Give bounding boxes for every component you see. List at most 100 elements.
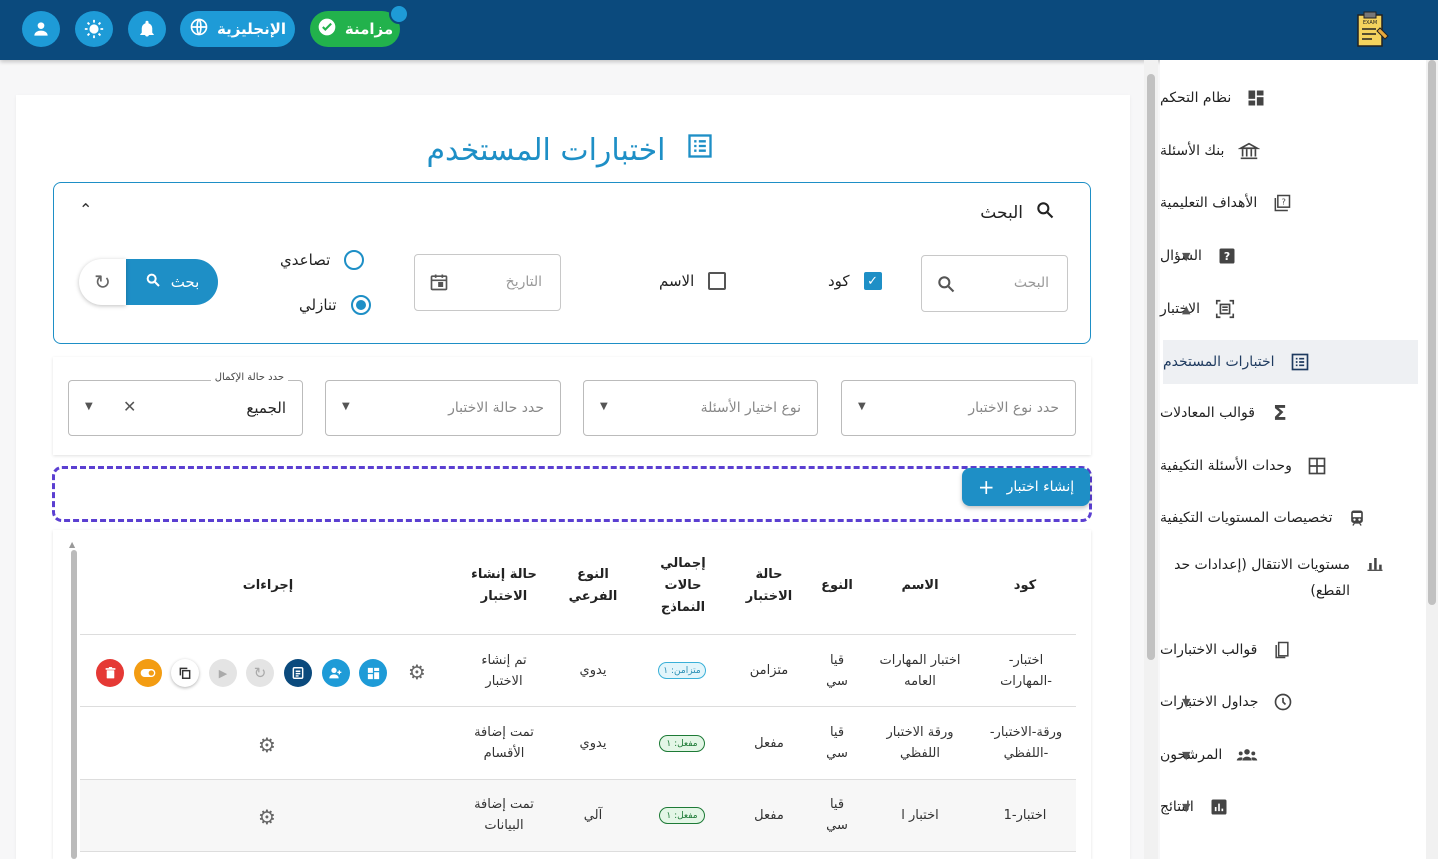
user-icon[interactable] [22,11,60,47]
form-status-chip: متزامن: ١ [658,662,706,679]
bell-icon[interactable] [128,11,166,47]
header-actions: إجراءات [242,578,294,593]
settings-icon[interactable]: ⚙ [258,805,276,829]
sort-ascending-radio[interactable]: تصاعدي [280,250,365,270]
refresh-icon[interactable]: ↻ [246,659,274,687]
train-icon [1346,507,1368,529]
chevron-down-icon: ▼ [1182,748,1191,762]
header-status[interactable]: حالة الاختبار [740,564,798,608]
completion-status-select[interactable]: حدد حالة الإكمال الجميع ✕ ▼ [68,372,303,436]
language-button[interactable]: الإنجليزية [180,11,295,47]
table-scrollbar[interactable]: ▲ [69,540,79,859]
sidebar-item-adaptive-units[interactable]: وحدات الأسئلة التكيفية [1160,444,1422,488]
ascending-label: تصاعدي [280,251,331,269]
sidebar-item-equation-templates[interactable]: Σ قوالب المعادلات [1160,391,1422,435]
globe-icon [189,17,209,41]
sidebar-item-label: قوالب الاختبارات [1160,642,1258,658]
reset-button[interactable]: ↻ [79,259,126,305]
settings-icon[interactable]: ⚙ [258,733,276,757]
exam-type-select[interactable]: حدد نوع الاختبار ▼ [841,380,1076,436]
completion-label: حدد حالة الإكمال [210,372,288,383]
exam-status-placeholder: حدد حالة الاختبار [448,400,544,416]
list-icon [1289,351,1311,373]
sidebar-item-transition-levels[interactable]: مستويات الانتقال (إعدادات حد القطع) [1160,552,1422,612]
header-code[interactable]: كود [985,575,1065,597]
cell-type: قيا سي [826,797,848,833]
calendar-icon [429,272,449,296]
sidebar-item-candidates[interactable]: ▼ المرشحون [1160,733,1422,777]
exam-status-select[interactable]: حدد حالة الاختبار ▼ [325,380,561,436]
sidebar-scrollbar[interactable] [1426,60,1438,859]
sync-button[interactable]: مزامنة [310,11,400,47]
svg-text:?: ? [1282,197,1286,207]
create-exam-label: إنشاء اختبار [1006,479,1075,495]
delete-button[interactable] [96,659,124,687]
search-input[interactable]: البحث [921,255,1068,312]
dashboard-icon [1245,87,1267,109]
assign-users-button[interactable] [322,659,350,687]
header-name[interactable]: الاسم [880,575,960,597]
top-bar: الإنجليزية مزامنة EXAM [0,0,1438,60]
dropdown-arrow-icon: ▼ [600,401,608,412]
radio-circle [350,295,371,315]
copy-icon[interactable] [171,659,199,687]
cell-subtype: آلي [583,808,603,823]
exam-logo: EXAM [1352,10,1392,50]
sidebar-item-label: اختبارات المستخدم [1163,354,1275,370]
sidebar-item-exam[interactable]: ▲ الاختبار [1160,287,1422,331]
question-selection-select[interactable]: نوع اختيار الأسئلة ▼ [583,380,818,436]
sidebar-item-adaptive-levels[interactable]: تخصيصات المستويات التكيفية [1160,496,1422,540]
search-icon [936,274,956,298]
sidebar-item-question[interactable]: ▼ ? السؤال [1160,234,1422,278]
settings-icon[interactable]: ⚙ [408,660,426,684]
chevron-up-icon: ▲ [1182,302,1191,316]
search-panel-header[interactable]: البحث [980,200,1055,225]
code-checkbox[interactable]: كود ✓ [828,272,882,290]
radio-circle [344,250,365,270]
svg-text:EXAM: EXAM [1363,20,1377,26]
chevron-up-icon[interactable]: ⌃ [79,200,92,219]
clear-icon[interactable]: ✕ [123,397,136,416]
exam-icon [1214,298,1236,320]
check-icon: ✓ [863,272,882,290]
row-divider [80,634,1076,635]
header-creation[interactable]: حالة إنشاء الاختبار [462,564,546,608]
play-icon[interactable]: ▶ [209,659,237,687]
toggle-button[interactable] [134,659,162,687]
sidebar-item-exam-templates[interactable]: قوالب الاختبارات [1160,628,1422,672]
sidebar-item-label: الاختبار [1160,301,1201,317]
date-field[interactable]: التاريخ [414,254,561,311]
search-icon [145,272,161,292]
sidebar-item-exam-schedules[interactable]: ▼ جداول الاختبارات [1160,680,1422,724]
chevron-down-icon: ▼ [1182,249,1191,263]
sidebar-item-user-exams[interactable]: اختبارات المستخدم [1163,340,1418,384]
cell-code: اختبار-المهارات- [1000,653,1052,689]
header-subtype[interactable]: النوع الفرعي [563,564,623,608]
search-panel-title: البحث [980,202,1023,223]
templates-icon [1271,639,1293,661]
plus-icon: + [977,475,995,499]
edit-exam-button[interactable] [359,659,387,687]
create-exam-button[interactable]: إنشاء اختبار + [962,468,1090,506]
sidebar-item-question-bank[interactable]: بنك الأسئلة [1160,129,1422,173]
sigma-icon: Σ [1273,401,1287,425]
main-scrollbar[interactable] [1144,60,1158,859]
check-circle-icon [317,17,337,41]
chevron-down-icon: ▼ [1182,800,1191,814]
sync-label: مزامنة [344,20,394,38]
sidebar-item-label: الأهداف التعليمية [1160,195,1258,211]
sidebar-item-dashboard[interactable]: نظام التحكم [1160,76,1422,120]
sidebar-item-label: السؤال [1160,248,1202,264]
sidebar-item-learning-objectives[interactable]: ? الأهداف التعليمية [1160,181,1422,225]
cell-status: متزامن [749,663,789,678]
row-divider [80,706,1076,707]
sidebar-item-results[interactable]: ▼ النتائج [1160,785,1422,829]
sort-descending-radio[interactable]: تنازلي [299,295,371,315]
details-button[interactable] [284,659,312,687]
search-button[interactable]: بحث [126,259,218,305]
name-checkbox[interactable]: الاسم [659,272,727,290]
brightness-icon[interactable] [75,11,113,47]
header-totals[interactable]: إجمالي حالات النماذج [652,553,714,619]
exam-type-placeholder: حدد نوع الاختبار [968,400,1059,416]
header-type[interactable]: النوع [812,575,862,597]
